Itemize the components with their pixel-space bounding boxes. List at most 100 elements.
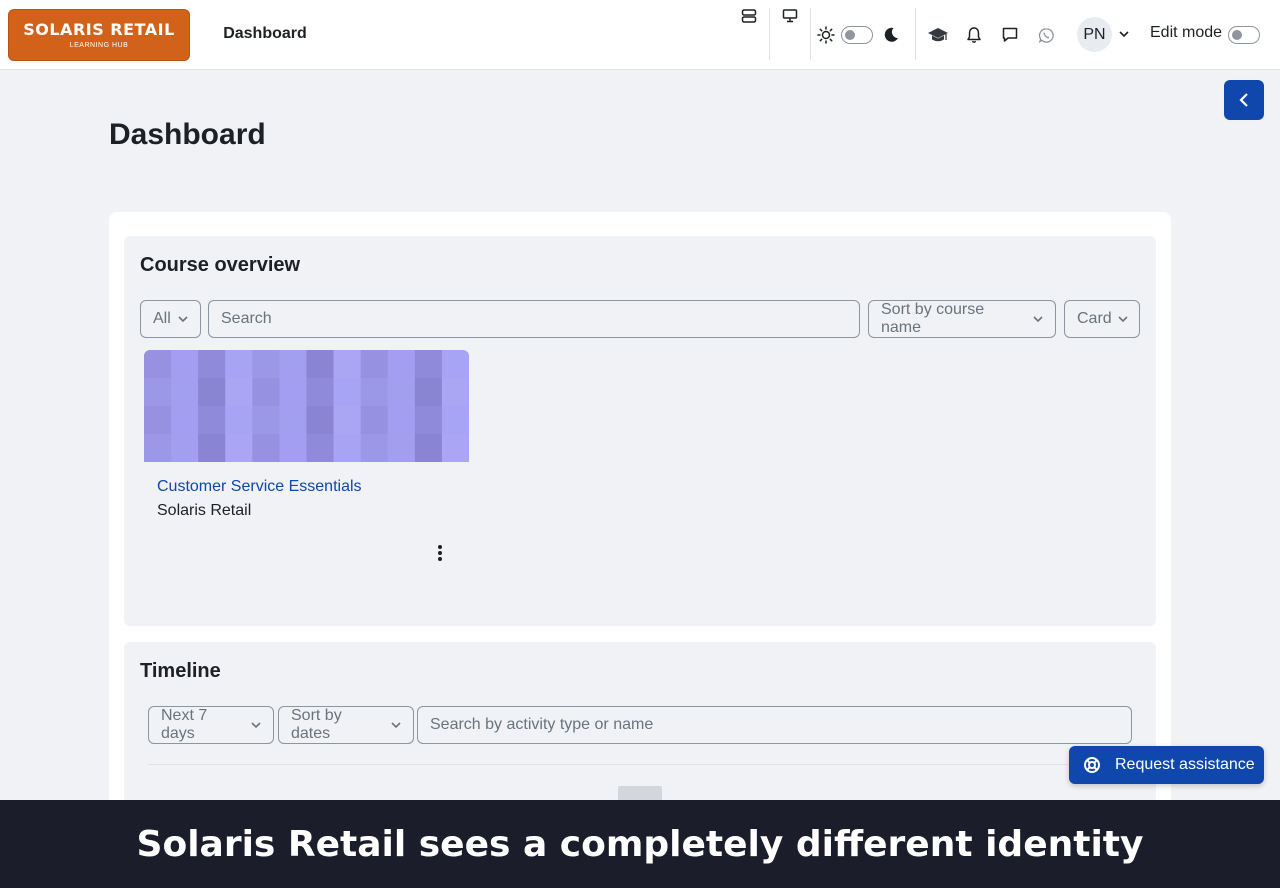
pattern-tile [306,434,335,462]
top-navbar: SOLARIS RETAIL LEARNING HUB Dashboard PN… [0,0,1280,70]
nav-link-dashboard[interactable]: Dashboard [218,0,312,70]
graduation-cap-icon[interactable] [926,24,950,46]
pattern-tile [414,434,443,462]
course-image[interactable] [144,350,469,462]
pattern-tile [171,378,199,407]
pattern-tile [387,350,416,379]
pattern-tile [198,406,226,435]
sun-icon [815,24,837,46]
theme-toggle[interactable] [841,26,873,44]
pattern-tile [441,406,469,435]
brand-title: SOLARIS RETAIL [23,20,175,39]
pattern-tile [360,434,389,462]
pattern-tile [360,406,389,435]
user-avatar[interactable]: PN [1077,17,1112,52]
block-title: Timeline [140,660,221,682]
pattern-tile [333,350,362,379]
page-title: Dashboard [109,118,266,151]
pattern-tile [225,406,253,435]
block-title: Course overview [140,254,301,276]
view-value: Card [1077,310,1112,327]
course-name-link[interactable]: Customer Service Essentials [157,478,362,496]
timeline-sort-value: Sort by dates [291,707,342,742]
pattern-tile [144,406,172,435]
sort-dropdown[interactable]: Sort by course name [868,300,1056,338]
pattern-tile [414,350,443,379]
pattern-tile [225,378,253,407]
course-category: Solaris Retail [157,502,252,519]
open-drawer-button[interactable] [1224,80,1264,120]
chat-icon[interactable] [999,24,1021,46]
brand-subtitle: LEARNING HUB [69,42,129,49]
course-search-input[interactable]: Search [208,300,860,338]
view-dropdown[interactable]: Card [1064,300,1140,338]
pattern-tile [144,350,172,379]
pattern-tile [306,350,335,379]
moon-icon [880,24,902,46]
pattern-tile [225,434,253,462]
chevron-down-icon [251,721,261,729]
pattern-tile [333,406,362,435]
pattern-tile [387,378,416,407]
chevron-down-icon [1118,315,1128,323]
grouping-value: All [153,310,171,327]
sort-value: Sort by course name [881,301,985,336]
caption-banner: Solaris Retail sees a completely differe… [0,800,1280,888]
pattern-tile [171,434,199,462]
pattern-tile [306,406,335,435]
divider [810,8,811,60]
chevron-down-icon[interactable] [1117,27,1131,41]
pattern-tile [414,378,443,407]
timeline-search-placeholder: Search by activity type or name [430,716,654,733]
chevron-left-icon [1239,92,1249,108]
brand-logo[interactable]: SOLARIS RETAIL LEARNING HUB [8,9,190,61]
edit-mode-toggle[interactable] [1228,26,1260,44]
request-assistance-button[interactable]: Request assistance [1069,746,1264,784]
pattern-tile [144,378,172,407]
divider [148,764,1132,765]
pattern-tile [360,378,389,407]
pattern-tile [441,378,469,407]
pattern-tile [279,434,307,462]
timeline-search-input[interactable]: Search by activity type or name [417,706,1132,744]
pattern-tile [171,406,199,435]
pattern-tile [279,406,307,435]
pattern-tile [333,434,362,462]
pattern-tile [387,406,416,435]
bell-icon[interactable] [963,24,985,46]
pattern-tile [171,350,199,379]
divider [915,8,916,60]
chevron-down-icon [1033,315,1043,323]
chevron-down-icon [178,315,188,323]
pattern-tile [198,434,226,462]
layout-rows-icon[interactable] [738,6,760,26]
pattern-tile [441,434,469,462]
edit-mode-label: Edit mode [1150,24,1223,41]
pattern-tile [279,350,307,379]
pattern-tile [333,378,362,407]
pattern-tile [306,378,335,407]
pattern-tile [252,434,280,462]
pattern-tile [441,350,469,379]
timeline-range-dropdown[interactable]: Next 7 days [148,706,274,744]
pattern-tile [144,434,172,462]
range-value: Next 7 days [161,707,208,742]
monitor-icon[interactable] [779,6,801,26]
request-assistance-label: Request assistance [1115,756,1255,773]
pattern-tile [225,350,253,379]
pattern-tile [414,406,443,435]
divider [769,8,770,60]
pattern-tile [252,350,280,379]
whatsapp-icon[interactable] [1035,24,1057,46]
pattern-tile [198,378,226,407]
pattern-tile [252,406,280,435]
grouping-dropdown[interactable]: All [140,300,201,338]
pattern-tile [279,378,307,407]
pattern-tile [198,350,226,379]
pattern-tile [387,434,416,462]
timeline-sort-dropdown[interactable]: Sort by dates [278,706,414,744]
course-actions-menu-icon[interactable] [432,542,448,564]
pattern-tile [360,350,389,379]
chevron-down-icon [391,721,401,729]
pattern-tile [252,378,280,407]
